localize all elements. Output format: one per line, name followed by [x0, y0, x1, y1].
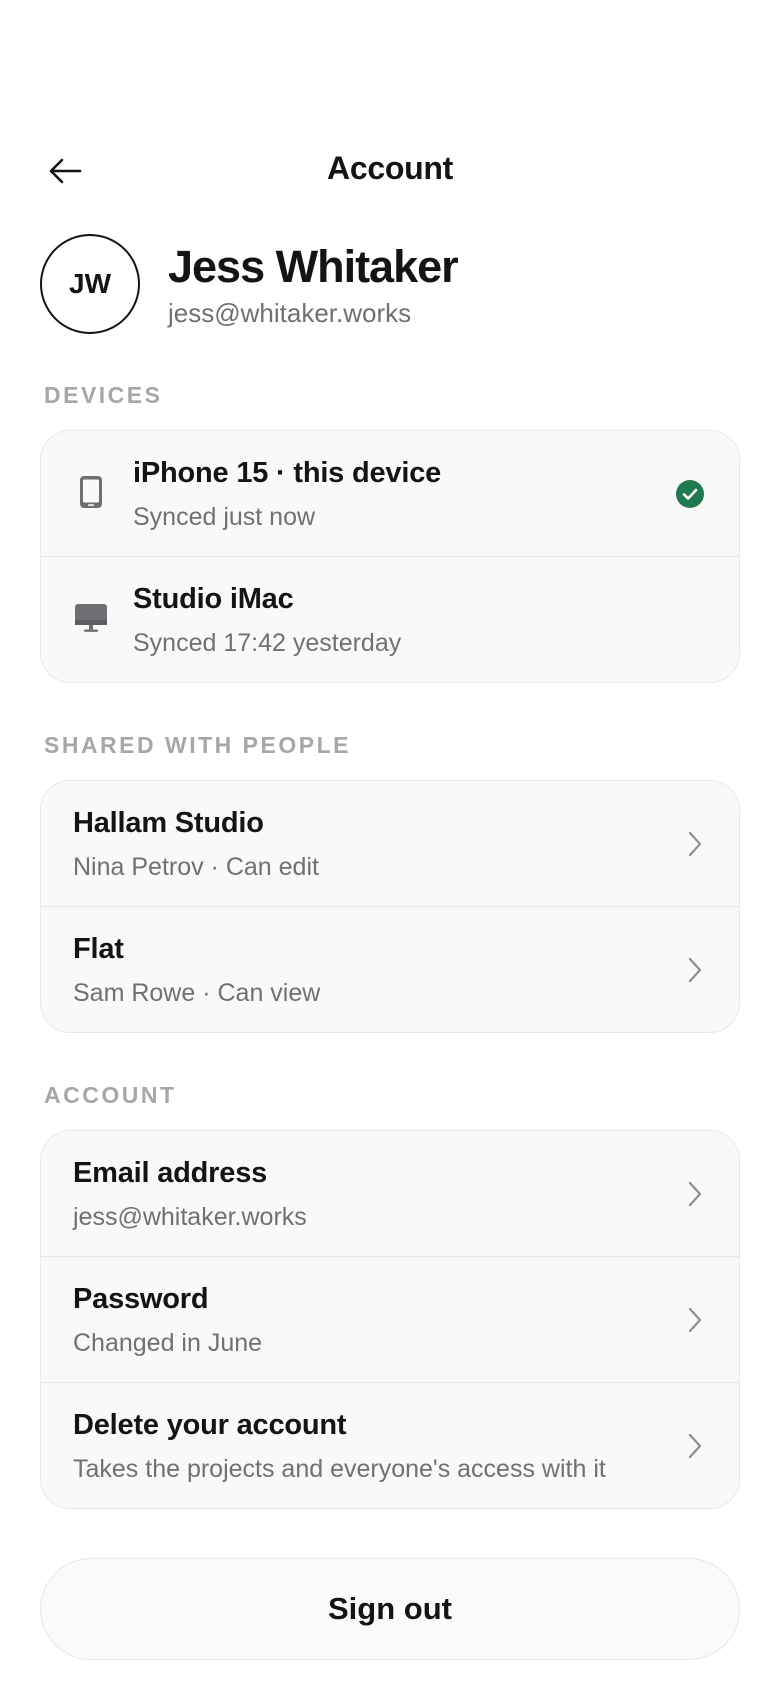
chevron-right-icon	[683, 1431, 707, 1461]
profile-header: JW Jess Whitaker jess@whitaker.works	[40, 234, 740, 334]
shared-row-hallam-studio[interactable]: Hallam Studio Nina Petrov · Can edit	[41, 781, 739, 907]
shared-project-access: Nina Petrov · Can edit	[73, 853, 319, 881]
account-screen: Account JW Jess Whitaker jess@whitaker.w…	[0, 0, 780, 1688]
chevron-right-icon	[683, 1305, 707, 1335]
account-row-title: Password	[73, 1283, 209, 1315]
shared-project-name: Flat	[73, 933, 124, 965]
devices-card: iPhone 15 · this device Synced just now …	[40, 430, 740, 683]
chevron-right-icon	[683, 1179, 707, 1209]
header: Account	[0, 140, 780, 202]
section-label-shared: SHARED WITH PEOPLE	[44, 732, 351, 758]
avatar: JW	[40, 234, 140, 334]
profile-email: jess@whitaker.works	[168, 298, 412, 328]
chevron-right-icon	[683, 955, 707, 985]
section-label-devices: DEVICES	[44, 382, 163, 408]
section-label-account: ACCOUNT	[44, 1082, 177, 1108]
shared-row-flat[interactable]: Flat Sam Rowe · Can view	[41, 907, 739, 1032]
account-row-subtitle: Changed in June	[73, 1329, 263, 1357]
device-name: iPhone 15 · this device	[133, 457, 442, 489]
account-row-email[interactable]: Email address jess@whitaker.works	[41, 1131, 739, 1257]
profile-name: Jess Whitaker	[168, 241, 459, 292]
check-circle-icon	[676, 480, 704, 508]
device-name: Studio iMac	[133, 583, 294, 615]
account-row-subtitle: jess@whitaker.works	[73, 1203, 307, 1231]
shared-project-access: Sam Rowe · Can view	[73, 979, 321, 1007]
device-sync-status: Synced 17:42 yesterday	[133, 629, 402, 657]
chevron-right-icon	[683, 829, 707, 859]
shared-project-name: Hallam Studio	[73, 807, 264, 839]
shared-card: Hallam Studio Nina Petrov · Can edit Fla…	[40, 780, 740, 1033]
page-title: Account	[327, 150, 453, 186]
account-row-title: Email address	[73, 1157, 268, 1189]
phone-icon	[73, 474, 109, 510]
device-sync-status: Synced just now	[133, 503, 316, 531]
account-row-subtitle: Takes the projects and everyone's access…	[73, 1455, 606, 1483]
sign-out-button[interactable]: Sign out	[40, 1558, 740, 1660]
device-row-imac[interactable]: Studio iMac Synced 17:42 yesterday	[41, 557, 739, 682]
device-row-iphone[interactable]: iPhone 15 · this device Synced just now	[41, 431, 739, 557]
account-row-password[interactable]: Password Changed in June	[41, 1257, 739, 1383]
account-card: Email address jess@whitaker.works Passwo…	[40, 1130, 740, 1509]
account-row-title: Delete your account	[73, 1409, 347, 1441]
account-row-delete[interactable]: Delete your account Takes the projects a…	[41, 1383, 739, 1508]
desktop-icon	[73, 600, 109, 636]
